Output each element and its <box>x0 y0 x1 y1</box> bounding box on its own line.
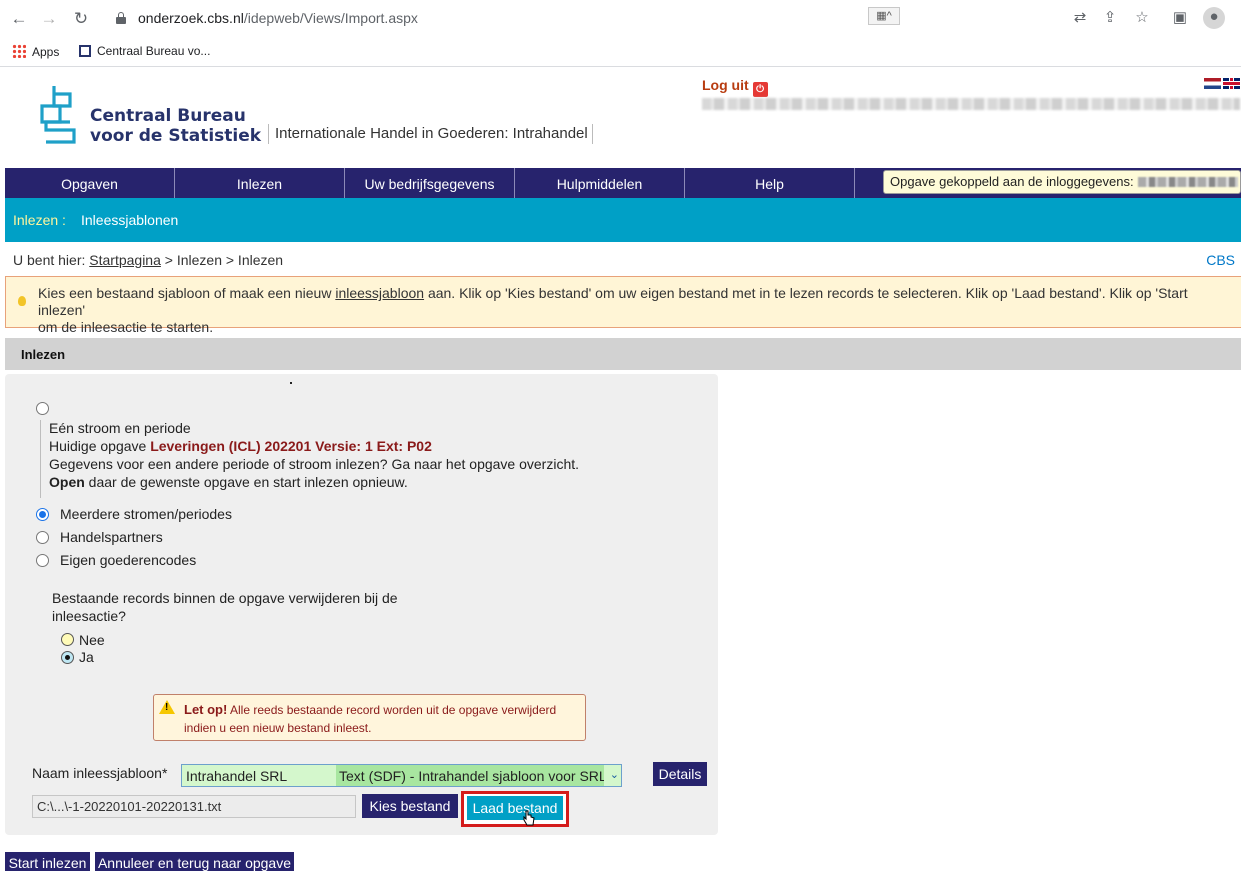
subnav-inleessjablonen[interactable]: Inleessjablonen <box>81 212 178 228</box>
stray-dot <box>290 382 292 384</box>
open-instruction: Open daar de gewenste opgave en start in… <box>49 474 408 490</box>
browser-toolbar: ← → ↻ onderzoek.cbs.nl/idepweb/Views/Imp… <box>0 0 1241 37</box>
answer-nee: Nee <box>79 632 105 648</box>
bookmark-apps[interactable]: Apps <box>12 44 59 59</box>
share-icon[interactable]: ⇪ <box>1100 8 1120 28</box>
sidepanel-icon[interactable]: ▣ <box>1170 8 1190 28</box>
option-multiple-streams: Meerdere stromen/periodes <box>60 506 232 522</box>
opgave-overzicht-link[interactable]: opgave overzicht <box>469 456 575 472</box>
start-import-button[interactable]: Start inlezen <box>5 852 90 871</box>
back-icon[interactable]: ← <box>8 8 30 30</box>
delete-question-line2: inleesactie? <box>52 608 126 624</box>
instruction-banner: Kies een bestaand sjabloon of maak een n… <box>5 276 1241 335</box>
option-trade-partners: Handelspartners <box>60 529 163 545</box>
redacted-user-info <box>702 98 1240 110</box>
logo-text: Centraal Bureau voor de Statistiek <box>90 106 262 146</box>
hand-cursor-icon <box>523 810 535 826</box>
answer-ja: Ja <box>79 649 94 665</box>
logout-link[interactable]: Log uit ⏻ <box>702 77 768 97</box>
load-file-button[interactable]: Laad bestand <box>467 796 563 820</box>
reload-icon[interactable]: ↻ <box>70 8 92 30</box>
inleessjabloon-link[interactable]: inleessjabloon <box>335 285 424 301</box>
english-flag-icon[interactable] <box>1223 78 1240 89</box>
linked-report-tooltip: Opgave gekoppeld aan de inloggegevens: <box>883 170 1241 194</box>
template-label: Naam inleessjabloon* <box>32 765 168 781</box>
cbs-favicon-icon <box>79 45 91 57</box>
breadcrumb-home-link[interactable]: Startpagina <box>89 252 161 268</box>
star-icon[interactable]: ☆ <box>1132 8 1152 28</box>
delete-question-line1: Bestaande records binnen de opgave verwi… <box>52 590 398 606</box>
app-name: Internationale Handel in Goederen: Intra… <box>268 124 593 144</box>
menu-hulpmiddelen[interactable]: Hulpmiddelen <box>515 168 685 198</box>
radio-nee[interactable] <box>61 633 74 646</box>
lock-icon <box>116 12 126 24</box>
menu-inlezen[interactable]: Inlezen <box>175 168 345 198</box>
template-select[interactable]: Intrahandel SRL Text (SDF) - Intrahandel… <box>181 764 622 787</box>
radio-own-codes[interactable] <box>36 554 49 567</box>
warning-box: Let op! Alle reeds bestaande record word… <box>153 694 586 741</box>
radio-trade-partners[interactable] <box>36 531 49 544</box>
forward-icon[interactable]: → <box>38 8 60 30</box>
cbs-logo-icon <box>40 86 76 144</box>
lightbulb-icon <box>18 296 26 306</box>
menu-bedrijfsgegevens[interactable]: Uw bedrijfsgegevens <box>345 168 515 198</box>
current-report: Huidige opgave Leveringen (ICL) 202201 V… <box>49 438 432 454</box>
url-path: /idepweb/Views/Import.aspx <box>243 10 418 26</box>
power-icon: ⏻ <box>752 82 768 97</box>
load-file-highlight: Laad bestand <box>461 791 569 827</box>
other-period-text: Gegevens voor een andere periode of stro… <box>49 456 580 472</box>
choose-file-button[interactable]: Kies bestand <box>362 794 458 818</box>
radio-ja[interactable] <box>61 651 74 664</box>
url-host: onderzoek.cbs.nl <box>138 10 244 26</box>
menu-help[interactable]: Help <box>685 168 855 198</box>
breadcrumb: U bent hier: Startpagina > Inlezen > Inl… <box>13 252 284 268</box>
template-type: Text (SDF) - Intrahandel sjabloon voor S… <box>336 765 604 786</box>
apps-icon <box>12 44 26 58</box>
section-title: Inlezen <box>5 338 1241 370</box>
radio-single-stream[interactable] <box>36 402 49 415</box>
dutch-flag-icon[interactable] <box>1204 78 1221 89</box>
profile-icon[interactable]: ● <box>1203 7 1225 29</box>
collapse-icon[interactable]: ▦^ <box>868 7 900 25</box>
details-button[interactable]: Details <box>653 762 707 786</box>
cancel-button[interactable]: Annuleer en terug naar opgave <box>95 852 294 871</box>
radio-multiple-streams[interactable] <box>36 508 49 521</box>
cbs-link[interactable]: CBS <box>1206 252 1235 268</box>
address-bar[interactable]: onderzoek.cbs.nl/idepweb/Views/Import.as… <box>100 4 1120 32</box>
chevron-down-icon: ⌄ <box>609 769 619 781</box>
single-stream-label: Eén stroom en periode <box>49 420 191 436</box>
divider <box>40 420 41 498</box>
translate-icon[interactable]: ⇄ <box>1070 8 1090 28</box>
option-own-codes: Eigen goederencodes <box>60 552 197 568</box>
bookmarks-bar: Apps Centraal Bureau vo... <box>0 37 1241 67</box>
bookmark-cbs[interactable]: Centraal Bureau vo... <box>79 44 210 58</box>
template-name: Intrahandel SRL <box>186 768 288 784</box>
language-selector <box>1204 78 1240 90</box>
file-path-field[interactable]: C:\...\-1-20220101-20220131.txt <box>32 795 356 818</box>
menu-opgaven[interactable]: Opgaven <box>5 168 175 198</box>
warning-icon <box>159 700 175 714</box>
redacted-id <box>1137 177 1238 187</box>
sub-navigation: Inlezen : Inleessjablonen <box>5 198 1241 242</box>
subnav-section[interactable]: Inlezen : <box>13 212 66 228</box>
